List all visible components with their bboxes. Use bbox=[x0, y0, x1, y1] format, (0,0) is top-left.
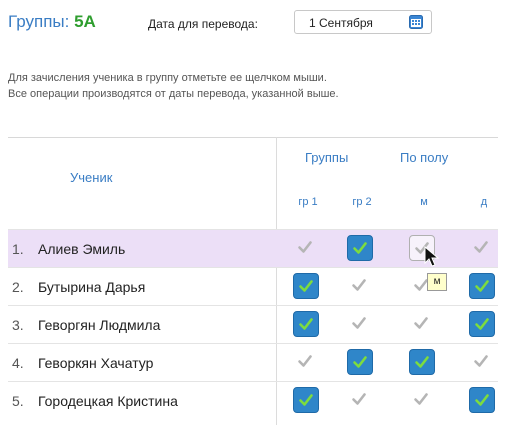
checkmark-icon bbox=[475, 280, 489, 292]
checkmark-icon bbox=[414, 317, 428, 329]
cell-male-toggle[interactable] bbox=[409, 349, 435, 375]
cell-female-toggle[interactable] bbox=[469, 311, 495, 337]
subheader-female: д bbox=[480, 196, 488, 208]
student-row: 3. Геворгян Людмила bbox=[8, 305, 498, 343]
checkmark-icon bbox=[299, 280, 313, 292]
checkmark-icon bbox=[475, 394, 489, 406]
student-name: Городецкая Кристина bbox=[38, 393, 178, 409]
checkmark-icon bbox=[353, 242, 367, 254]
cell-female-toggle[interactable] bbox=[469, 349, 495, 375]
checkmark-icon bbox=[415, 356, 429, 368]
table-top-divider bbox=[8, 137, 498, 138]
date-value: 1 Сентября bbox=[309, 16, 373, 30]
student-row: 5. Городецкая Кристина bbox=[8, 381, 498, 419]
student-name: Геворкян Хачатур bbox=[38, 355, 154, 371]
cell-group-1-toggle[interactable] bbox=[293, 273, 319, 299]
date-label: Дата для перевода: bbox=[148, 17, 258, 31]
cell-male-toggle[interactable] bbox=[409, 387, 435, 413]
checkmark-icon bbox=[298, 241, 312, 253]
checkmark-icon bbox=[352, 279, 366, 291]
cell-female-toggle[interactable] bbox=[469, 273, 495, 299]
row-number: 1. bbox=[12, 241, 24, 257]
checkmark-icon bbox=[299, 394, 313, 406]
checkmark-icon bbox=[414, 393, 428, 405]
groups-column-header: Группы bbox=[305, 150, 349, 165]
cell-group-2-toggle[interactable] bbox=[347, 273, 373, 299]
subheader-group-1: гр 1 bbox=[298, 196, 318, 208]
cell-female-toggle[interactable] bbox=[469, 235, 495, 261]
instructions-line-1: Для зачисления ученика в группу отметьте… bbox=[8, 72, 327, 84]
cell-group-2-toggle[interactable] bbox=[347, 387, 373, 413]
student-row: 4. Геворкян Хачатур bbox=[8, 343, 498, 381]
row-number: 3. bbox=[12, 317, 24, 333]
tooltip: м bbox=[427, 273, 447, 291]
date-picker[interactable]: 1 Сентября bbox=[294, 10, 432, 34]
cell-group-2-toggle[interactable] bbox=[347, 349, 373, 375]
student-name: Геворгян Людмила bbox=[38, 317, 161, 333]
checkmark-icon bbox=[475, 318, 489, 330]
mouse-cursor-icon bbox=[424, 246, 440, 267]
cell-male-toggle[interactable] bbox=[409, 311, 435, 337]
student-row: 2. Бутырина Дарья bbox=[8, 267, 498, 305]
row-number: 5. bbox=[12, 393, 24, 409]
checkmark-icon bbox=[298, 355, 312, 367]
calendar-icon[interactable] bbox=[409, 15, 423, 29]
cell-group-1-toggle[interactable] bbox=[293, 311, 319, 337]
checkmark-icon bbox=[299, 318, 313, 330]
group-name: 5А bbox=[74, 12, 96, 31]
page-title: Группы: 5А bbox=[8, 12, 96, 32]
student-name: Алиев Эмиль bbox=[38, 241, 126, 257]
subheader-group-2: гр 2 bbox=[352, 196, 372, 208]
student-name: Бутырина Дарья bbox=[38, 279, 146, 295]
cell-female-toggle[interactable] bbox=[469, 387, 495, 413]
cell-group-1-toggle[interactable] bbox=[293, 387, 319, 413]
header: Группы: 5А Дата для перевода: 1 Сентября bbox=[8, 10, 498, 36]
checkmark-icon bbox=[353, 356, 367, 368]
title-prefix: Группы: bbox=[8, 12, 75, 31]
cell-group-2-toggle[interactable] bbox=[347, 235, 373, 261]
gender-column-header: По полу bbox=[400, 150, 449, 165]
cell-group-1-toggle[interactable] bbox=[293, 235, 319, 261]
checkmark-icon bbox=[474, 355, 488, 367]
checkmark-icon bbox=[474, 241, 488, 253]
instructions: Для зачисления ученика в группу отметьте… bbox=[8, 70, 498, 102]
cell-group-1-toggle[interactable] bbox=[293, 349, 319, 375]
row-number: 4. bbox=[12, 355, 24, 371]
cell-group-2-toggle[interactable] bbox=[347, 311, 373, 337]
subheader-male: м bbox=[420, 196, 428, 208]
checkmark-icon bbox=[352, 317, 366, 329]
student-column-header: Ученик bbox=[70, 170, 113, 185]
row-number: 2. bbox=[12, 279, 24, 295]
instructions-line-2: Все операции производятся от даты перево… bbox=[8, 88, 339, 100]
checkmark-icon bbox=[352, 393, 366, 405]
